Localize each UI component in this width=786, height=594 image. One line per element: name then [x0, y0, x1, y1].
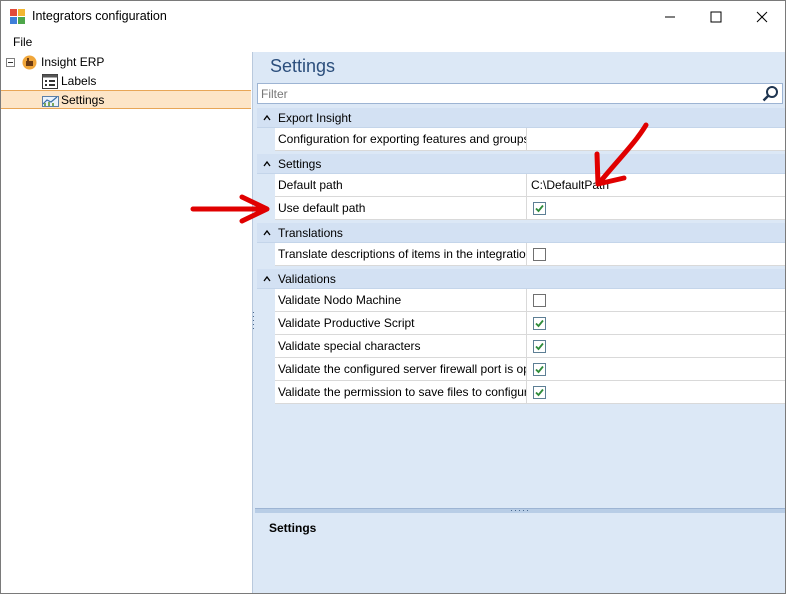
property-name: Validate the permission to save files to… [275, 381, 527, 403]
settings-chart-icon [42, 96, 59, 107]
property-name: Validate Nodo Machine [275, 289, 527, 311]
annotation-arrow-down-left-icon [594, 122, 649, 187]
tree-item-labels[interactable]: Labels [1, 72, 251, 91]
property-row[interactable]: Use default path [275, 197, 785, 220]
filter-input[interactable] [261, 85, 751, 102]
maximize-button[interactable] [693, 1, 739, 32]
checkmark-icon [535, 204, 544, 213]
property-row[interactable]: Validate special characters [275, 335, 785, 358]
panel-heading: Settings [270, 56, 336, 76]
navigation-tree: Insight ERP Labels Settings [1, 52, 253, 593]
property-value [527, 381, 785, 403]
tree-item-label: Insight ERP [41, 55, 105, 69]
settings-panel: Settings Export Insight Configuration fo… [255, 52, 785, 593]
property-value [527, 197, 785, 219]
property-row[interactable]: Default path C:\DefaultPath [275, 174, 785, 197]
property-value [527, 312, 785, 334]
property-row[interactable]: Translate descriptions of items in the i… [275, 243, 785, 266]
tree-item-settings[interactable]: Settings [1, 90, 251, 109]
help-pane: Settings [255, 513, 785, 593]
validate-nodo-machine-checkbox[interactable] [533, 294, 546, 307]
property-name: Use default path [275, 197, 527, 219]
tree-item-label: Labels [61, 74, 97, 88]
validate-productive-script-checkbox[interactable] [533, 317, 546, 330]
maximize-icon [710, 11, 722, 22]
use-default-path-checkbox[interactable] [533, 202, 546, 215]
tree-item-insight-erp[interactable]: Insight ERP [1, 53, 251, 72]
property-row[interactable]: Configuration for exporting features and… [275, 128, 785, 151]
category-translations[interactable]: Translations [257, 223, 785, 243]
checkmark-icon [535, 365, 544, 374]
validate-special-characters-checkbox[interactable] [533, 340, 546, 353]
window-title: Integrators configuration [32, 9, 167, 23]
property-value [527, 335, 785, 357]
property-name: Default path [275, 174, 527, 196]
property-row[interactable]: Validate Productive Script [275, 312, 785, 335]
annotation-arrow-right-icon [190, 194, 270, 224]
checkmark-icon [535, 319, 544, 328]
title-bar[interactable]: Integrators configuration [1, 1, 785, 32]
labels-icon [42, 74, 58, 89]
property-name: Translate descriptions of items in the i… [275, 243, 527, 265]
property-name: Validate special characters [275, 335, 527, 357]
filter-box [257, 83, 783, 104]
property-name: Validate Productive Script [275, 312, 527, 334]
chevron-up-icon[interactable] [262, 159, 272, 169]
checkmark-icon [535, 342, 544, 351]
tree-item-label: Settings [61, 93, 105, 107]
category-label: Export Insight [278, 111, 352, 125]
checkmark-icon [535, 388, 544, 397]
validate-permission-checkbox[interactable] [533, 386, 546, 399]
close-icon [756, 11, 768, 22]
property-row[interactable]: Validate Nodo Machine [275, 289, 785, 312]
property-value [527, 358, 785, 380]
property-value [527, 243, 785, 265]
property-name: Configuration for exporting features and… [275, 128, 527, 150]
property-grid: Export Insight Configuration for exporti… [257, 108, 785, 408]
menu-file[interactable]: File [13, 35, 32, 49]
chevron-up-icon[interactable] [262, 113, 272, 123]
property-value[interactable] [527, 128, 785, 150]
category-settings[interactable]: Settings [257, 154, 785, 174]
property-value [527, 289, 785, 311]
category-label: Validations [278, 272, 336, 286]
search-icon[interactable] [762, 85, 780, 102]
chevron-up-icon[interactable] [262, 274, 272, 284]
validate-firewall-port-checkbox[interactable] [533, 363, 546, 376]
collapse-icon[interactable] [6, 58, 15, 67]
minimize-icon [665, 16, 675, 17]
minimize-button[interactable] [647, 1, 693, 32]
help-title: Settings [269, 521, 317, 535]
category-label: Translations [278, 226, 343, 240]
menu-bar: File [1, 32, 785, 52]
property-row[interactable]: Validate the permission to save files to… [275, 381, 785, 404]
property-name: Validate the configured server firewall … [275, 358, 527, 380]
category-validations[interactable]: Validations [257, 269, 785, 289]
category-export-insight[interactable]: Export Insight [257, 108, 785, 128]
close-button[interactable] [739, 1, 785, 32]
main-window: Integrators configuration File Insight E… [0, 0, 786, 594]
default-path-value[interactable]: C:\DefaultPath [527, 174, 785, 196]
category-label: Settings [278, 157, 322, 171]
chevron-up-icon[interactable] [262, 228, 272, 238]
property-row[interactable]: Validate the configured server firewall … [275, 358, 785, 381]
factory-icon [22, 55, 37, 70]
app-icon [10, 9, 25, 24]
translate-descriptions-checkbox[interactable] [533, 248, 546, 261]
